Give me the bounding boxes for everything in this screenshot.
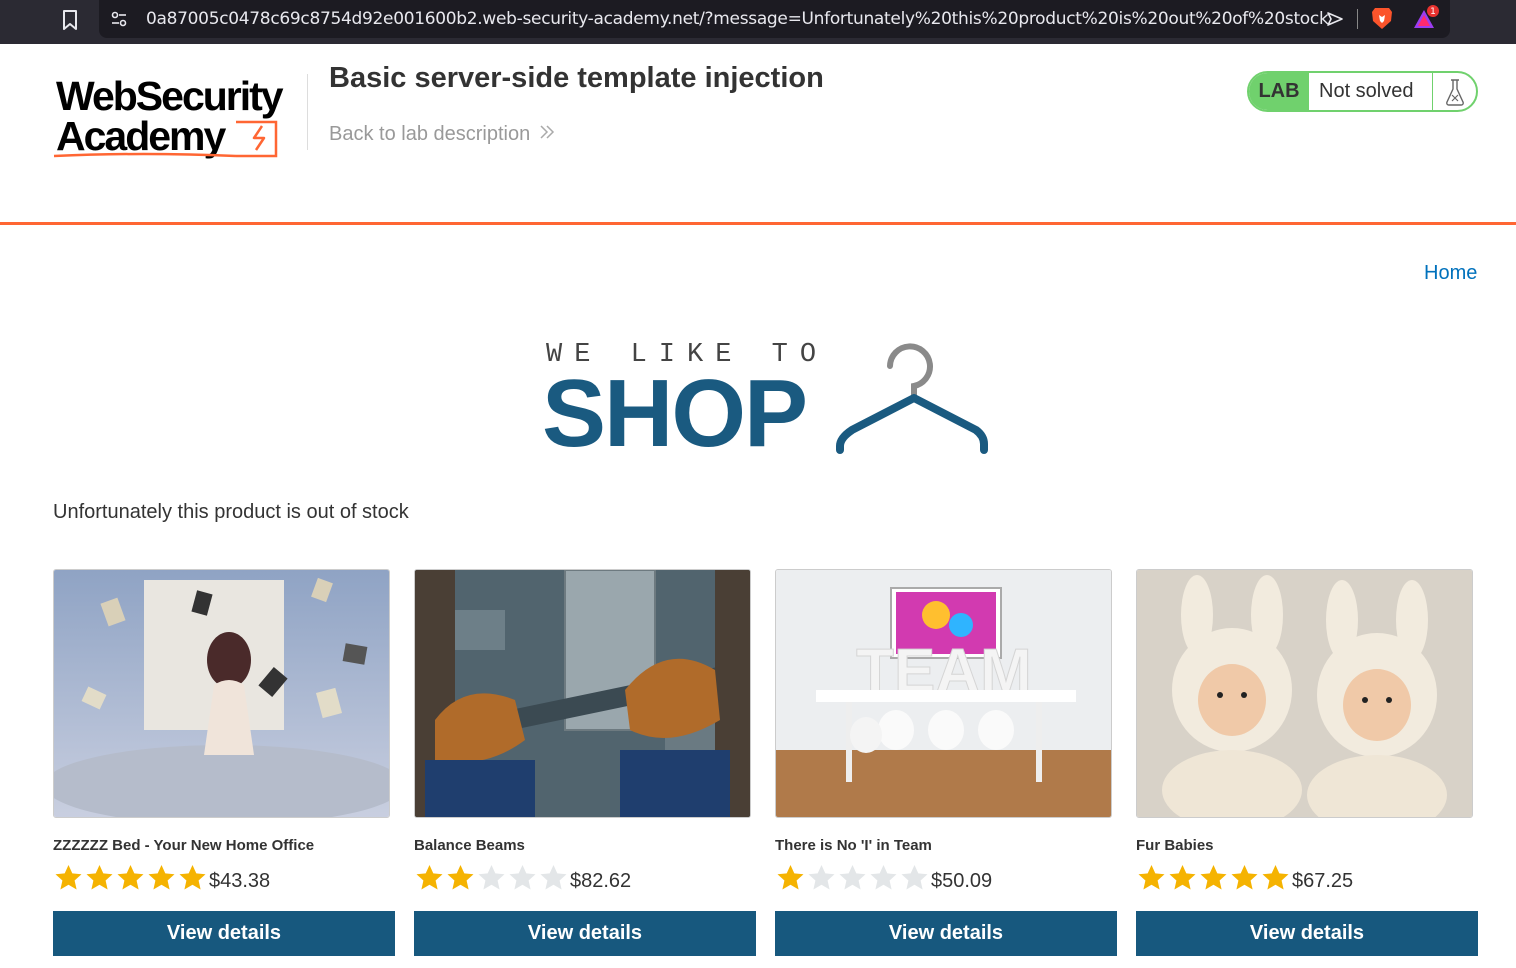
product-name: Balance Beams: [414, 837, 525, 854]
product-image-bed[interactable]: [53, 569, 390, 818]
product-card: TEAM There is No 'I' in Team $50.09 View…: [775, 569, 1117, 956]
star-rating: [414, 863, 569, 891]
banner-big-text: SHOP: [542, 360, 808, 467]
star-filled-icon: [445, 863, 476, 891]
svg-text:Academy: Academy: [56, 113, 227, 159]
site-settings-icon[interactable]: [109, 9, 129, 29]
star-empty-icon: [899, 863, 930, 891]
star-filled-icon: [1229, 863, 1260, 891]
lab-title: Basic server-side template injection: [329, 62, 824, 94]
back-link-label: Back to lab description: [329, 123, 531, 145]
share-icon[interactable]: [1325, 9, 1345, 29]
address-bar[interactable]: 0a87005c0478c69c8754d92e001600b2.web-sec…: [99, 0, 1450, 38]
star-empty-icon: [837, 863, 868, 891]
product-image-balance-beams[interactable]: [414, 569, 751, 818]
star-filled-icon: [177, 863, 208, 891]
web-security-academy-logo[interactable]: WebSecurity Academy: [52, 68, 304, 162]
lab-status-widget: LAB Not solved: [1247, 71, 1478, 112]
view-details-button[interactable]: View details: [53, 911, 395, 956]
lab-status-text: Not solved: [1309, 73, 1433, 110]
url-text[interactable]: 0a87005c0478c69c8754d92e001600b2.web-sec…: [146, 9, 1329, 29]
star-filled-icon: [1167, 863, 1198, 891]
we-like-to-shop-banner: WE LIKE TO SHOP: [540, 336, 990, 467]
star-empty-icon: [538, 863, 569, 891]
flask-icon: [1433, 73, 1476, 110]
product-card: Balance Beams $82.62 View details: [414, 569, 756, 956]
star-filled-icon: [1198, 863, 1229, 891]
star-filled-icon: [146, 863, 177, 891]
back-to-lab-description-link[interactable]: Back to lab description: [329, 123, 556, 146]
product-price: $67.25: [1292, 870, 1354, 892]
star-rating: [1136, 863, 1291, 891]
lab-badge: LAB: [1249, 73, 1309, 110]
home-link[interactable]: Home: [1424, 262, 1477, 285]
star-rating: [53, 863, 208, 891]
product-price: $50.09: [931, 870, 993, 892]
star-filled-icon: [84, 863, 115, 891]
browser-toolbar: 0a87005c0478c69c8754d92e001600b2.web-sec…: [0, 0, 1516, 44]
product-name: There is No 'I' in Team: [775, 837, 932, 854]
double-chevron-right-icon: [538, 123, 556, 146]
star-filled-icon: [1136, 863, 1167, 891]
svg-text:1: 1: [1430, 7, 1436, 17]
view-details-button[interactable]: View details: [414, 911, 756, 956]
star-empty-icon: [476, 863, 507, 891]
star-empty-icon: [868, 863, 899, 891]
bookmark-icon[interactable]: [58, 8, 82, 32]
hanger-icon: [836, 340, 988, 458]
star-filled-icon: [1260, 863, 1291, 891]
brave-rewards-icon[interactable]: 1: [1412, 4, 1440, 32]
header-divider: [307, 74, 308, 150]
brave-shields-icon[interactable]: [1371, 6, 1393, 30]
star-filled-icon: [115, 863, 146, 891]
product-price: $82.62: [570, 870, 632, 892]
product-card: Fur Babies $67.25 View details: [1136, 569, 1478, 956]
academy-header: WebSecurity Academy Basic server-side te…: [0, 44, 1516, 225]
out-of-stock-message: Unfortunately this product is out of sto…: [53, 501, 409, 523]
product-card: ZZZZZZ Bed - Your New Home Office $43.38…: [53, 569, 395, 956]
view-details-button[interactable]: View details: [1136, 911, 1478, 956]
star-empty-icon: [806, 863, 837, 891]
star-empty-icon: [507, 863, 538, 891]
view-details-button[interactable]: View details: [775, 911, 1117, 956]
product-price: $43.38: [209, 870, 271, 892]
product-name: ZZZZZZ Bed - Your New Home Office: [53, 837, 315, 854]
star-filled-icon: [414, 863, 445, 891]
product-image-fur-babies[interactable]: [1136, 569, 1473, 818]
product-name: Fur Babies: [1136, 837, 1214, 854]
star-filled-icon: [53, 863, 84, 891]
product-image-team[interactable]: TEAM: [775, 569, 1112, 818]
star-rating: [775, 863, 930, 891]
toolbar-separator: [1357, 9, 1358, 29]
star-filled-icon: [775, 863, 806, 891]
